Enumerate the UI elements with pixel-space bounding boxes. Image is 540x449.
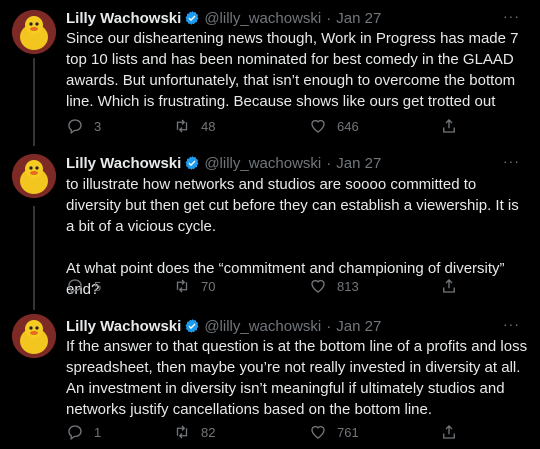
tweet-paragraph: Since our disheartening news though, Wor… (66, 30, 519, 110)
tweet-header: Lilly Wachowski @lilly_wachowski · Jan 2… (66, 153, 526, 173)
share-icon (443, 425, 455, 439)
like-button[interactable]: 813 (309, 277, 359, 295)
retweet-button[interactable]: 70 (173, 277, 215, 295)
author-name[interactable]: Lilly Wachowski (66, 155, 181, 172)
tweet-date[interactable]: Jan 27 (336, 318, 381, 335)
avatar[interactable] (12, 314, 56, 358)
tweet-text: If the answer to that question is at the… (66, 336, 528, 420)
reply-button[interactable]: 5 (66, 277, 101, 295)
author-handle[interactable]: @lilly_wachowski (204, 318, 321, 335)
retweet-button[interactable]: 48 (173, 117, 215, 135)
reply-count: 1 (94, 424, 102, 440)
tweet-header: Lilly Wachowski @lilly_wachowski · Jan 2… (66, 316, 526, 336)
author-name[interactable]: Lilly Wachowski (66, 10, 181, 27)
reply-icon (68, 425, 82, 441)
tweet[interactable]: Lilly Wachowski @lilly_wachowski · Jan 2… (0, 310, 540, 449)
share-button[interactable] (440, 277, 468, 295)
like-button[interactable]: 761 (309, 423, 359, 441)
like-count: 646 (337, 118, 359, 134)
retweet-count: 48 (201, 118, 216, 134)
tweet-date[interactable]: Jan 27 (336, 155, 381, 172)
share-button[interactable] (440, 423, 468, 441)
tweet-text: Since our disheartening news though, Wor… (66, 28, 528, 112)
like-icon (311, 425, 325, 439)
more-icon[interactable]: ··· (503, 153, 520, 169)
like-count: 813 (337, 278, 359, 294)
retweet-button[interactable]: 82 (173, 423, 215, 441)
separator-dot: · (326, 9, 332, 27)
share-icon (443, 119, 455, 133)
reply-button[interactable]: 1 (66, 423, 101, 441)
author-handle[interactable]: @lilly_wachowski (204, 155, 321, 172)
like-count: 761 (337, 424, 359, 440)
reply-count: 5 (94, 278, 102, 294)
tweet[interactable]: Lilly Wachowski @lilly_wachowski · Jan 2… (0, 150, 540, 310)
tweet-actions: 3 48 646 (66, 116, 466, 136)
like-button[interactable]: 646 (309, 117, 359, 135)
like-icon (311, 119, 325, 133)
tweet-paragraph: If the answer to that question is at the… (66, 338, 528, 418)
retweet-count: 70 (201, 278, 216, 294)
separator-dot: · (326, 317, 332, 335)
verified-badge-icon (185, 11, 199, 25)
reply-button[interactable]: 3 (66, 117, 101, 135)
separator-dot: · (326, 154, 332, 172)
share-icon (443, 279, 455, 293)
more-icon[interactable]: ··· (503, 8, 520, 24)
tweet-actions: 1 82 761 (66, 422, 466, 442)
verified-badge-icon (185, 319, 199, 333)
reply-icon (68, 279, 82, 295)
tweet[interactable]: Lilly Wachowski @lilly_wachowski · Jan 2… (0, 0, 540, 150)
tweet-header: Lilly Wachowski @lilly_wachowski · Jan 2… (66, 8, 526, 28)
avatar[interactable] (12, 154, 56, 198)
retweet-icon (176, 279, 188, 293)
like-icon (311, 279, 325, 293)
tweet-actions: 5 70 813 (66, 276, 466, 296)
more-icon[interactable]: ··· (503, 316, 520, 332)
tweet-paragraph: to illustrate how networks and studios a… (66, 176, 519, 235)
author-name[interactable]: Lilly Wachowski (66, 318, 181, 335)
avatar[interactable] (12, 10, 56, 54)
reply-icon (68, 119, 82, 135)
reply-count: 3 (94, 118, 102, 134)
author-handle[interactable]: @lilly_wachowski (204, 10, 321, 27)
verified-badge-icon (185, 156, 199, 170)
tweet-date[interactable]: Jan 27 (336, 10, 381, 27)
share-button[interactable] (440, 117, 468, 135)
retweet-icon (176, 425, 188, 439)
retweet-icon (176, 119, 188, 133)
retweet-count: 82 (201, 424, 216, 440)
